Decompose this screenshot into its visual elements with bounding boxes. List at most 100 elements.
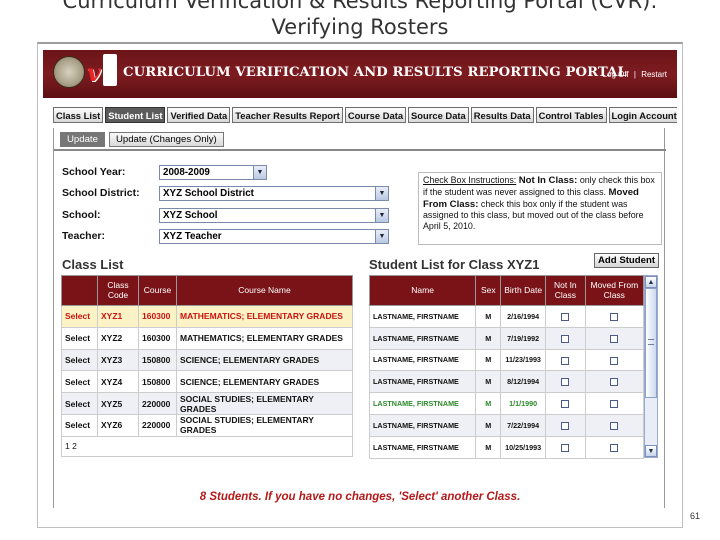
table-row[interactable]: Select XYZ1 160300 MATHEMATICS; ELEMENTA… (61, 305, 353, 328)
not-in-class-checkbox[interactable] (561, 400, 570, 409)
tab-student-list[interactable]: Student List (105, 107, 166, 123)
tab-source-data[interactable]: Source Data (408, 107, 469, 123)
col-birth-date: Birth Date (500, 275, 547, 306)
moved-from-class-checkbox[interactable] (610, 356, 619, 365)
student-birth-date: 1/1/1990 (500, 392, 547, 415)
not-in-class-checkbox[interactable] (561, 443, 570, 452)
tab-class-list[interactable]: Class List (53, 107, 104, 123)
select-link[interactable]: Select (61, 348, 98, 372)
student-list-scrollbar[interactable]: ▲ ▼ (644, 275, 658, 458)
class-code: XYZ4 (97, 370, 139, 394)
student-sex: M (475, 348, 502, 372)
tab-course-data[interactable]: Course Data (344, 107, 407, 123)
school-year-select[interactable]: 2008-2009 ▼ (159, 165, 267, 180)
table-row: LASTNAME, FIRSTNAME M 10/25/1993 (368, 435, 645, 459)
slide-title-line2: Verifying Rosters (271, 15, 449, 39)
moved-from-class-checkbox[interactable] (610, 421, 619, 430)
vi-logo-icon (103, 54, 117, 86)
chevron-down-icon[interactable]: ▼ (375, 187, 388, 200)
table-row[interactable]: Select XYZ5 220000 SOCIAL STUDIES; ELEME… (61, 392, 353, 415)
restart-link[interactable]: Restart (641, 70, 667, 79)
course-number: 220000 (138, 413, 177, 437)
scroll-thumb[interactable] (645, 288, 657, 398)
chevron-down-icon[interactable]: ▼ (375, 209, 388, 222)
moved-from-class-checkbox[interactable] (610, 378, 619, 387)
select-link[interactable]: Select (61, 392, 98, 415)
moved-from-class-checkbox[interactable] (610, 443, 619, 452)
table-row: LASTNAME, FIRSTNAME M 7/22/1994 (368, 413, 645, 437)
tab-teacher-results-report[interactable]: Teacher Results Report (232, 107, 343, 123)
table-row[interactable]: Select XYZ2 160300 MATHEMATICS; ELEMENTA… (61, 326, 353, 350)
not-in-class-checkbox-cell (545, 348, 586, 372)
select-link[interactable]: Select (61, 326, 98, 350)
moved-from-class-checkbox[interactable] (610, 400, 619, 409)
tab-results-data[interactable]: Results Data (470, 107, 534, 123)
pager: 1 2 (61, 435, 353, 457)
school-label: School: (62, 209, 101, 221)
portal-window: v CURRICULUM VERIFICATION AND RESULTS RE… (43, 50, 677, 522)
scroll-down-icon[interactable]: ▼ (645, 445, 657, 457)
class-code: XYZ6 (97, 413, 139, 437)
slide-title-line1: Curriculum Verification & Results Report… (62, 0, 658, 13)
not-in-class-checkbox-cell (545, 326, 586, 350)
district-label: School District: (62, 187, 140, 199)
class-code: XYZ1 (97, 305, 139, 328)
page-link-2[interactable]: 2 (72, 441, 77, 451)
table-row: LASTNAME, FIRSTNAME M 7/19/1992 (368, 326, 645, 350)
tab-control-tables[interactable]: Control Tables (535, 107, 607, 123)
page-link-1[interactable]: 1 (65, 441, 70, 451)
subtab-update-changes-only[interactable]: Update (Changes Only) (108, 132, 224, 147)
moved-from-class-checkbox[interactable] (610, 334, 619, 343)
chevron-down-icon[interactable]: ▼ (253, 166, 266, 179)
moved-checkbox-cell (584, 435, 645, 459)
school-select[interactable]: XYZ School ▼ (159, 208, 389, 223)
table-row[interactable]: Select XYZ6 220000 SOCIAL STUDIES; ELEME… (61, 413, 353, 437)
teacher-label: Teacher: (62, 230, 105, 242)
district-value: XYZ School District (163, 188, 254, 199)
table-row[interactable]: Select XYZ4 150800 SCIENCE; ELEMENTARY G… (61, 370, 353, 394)
subtab-update[interactable]: Update (60, 132, 105, 147)
moved-from-class-checkbox[interactable] (610, 312, 619, 321)
student-birth-date: 10/25/1993 (500, 435, 547, 459)
not-in-class-checkbox-cell (545, 370, 586, 394)
student-name: LASTNAME, FIRSTNAME (368, 413, 477, 437)
student-birth-date: 7/22/1994 (500, 413, 547, 437)
moved-checkbox-cell (584, 326, 645, 350)
teacher-select[interactable]: XYZ Teacher ▼ (159, 229, 389, 244)
select-link[interactable]: Select (61, 413, 98, 437)
tab-verified-data[interactable]: Verified Data (167, 107, 231, 123)
col-select (61, 275, 98, 306)
school-year-value: 2008-2009 (163, 167, 210, 178)
not-in-class-checkbox[interactable] (561, 334, 570, 343)
col-class-code: Class Code (97, 275, 139, 306)
table-row: LASTNAME, FIRSTNAME M 11/23/1993 (368, 348, 645, 372)
vi-logo-letter: v (87, 58, 101, 87)
status-message: 8 Students. If you have no changes, 'Sel… (199, 491, 521, 503)
select-link[interactable]: Select (61, 370, 98, 394)
add-student-button[interactable]: Add Student (594, 253, 660, 268)
scroll-up-icon[interactable]: ▲ (645, 276, 657, 288)
student-birth-date: 7/19/1992 (500, 326, 547, 350)
not-in-class-checkbox-cell (545, 392, 586, 415)
moved-checkbox-cell (584, 348, 645, 372)
course-name: SCIENCE; ELEMENTARY GRADES (176, 348, 353, 372)
moved-checkbox-cell (584, 370, 645, 394)
class-code: XYZ5 (97, 392, 139, 415)
tab-login-account[interactable]: Login Account (608, 107, 677, 123)
logoff-link[interactable]: Log Off (603, 70, 629, 79)
not-in-class-checkbox-cell (545, 413, 586, 437)
course-number: 150800 (138, 348, 177, 372)
chevron-down-icon[interactable]: ▼ (375, 230, 388, 243)
not-in-class-checkbox[interactable] (561, 421, 570, 430)
col-not-in-class: Not In Class (545, 275, 586, 306)
class-code: XYZ3 (97, 348, 139, 372)
school-value: XYZ School (163, 210, 218, 221)
not-in-class-checkbox[interactable] (561, 378, 570, 387)
subtab-divider (54, 149, 666, 151)
not-in-class-checkbox[interactable] (561, 312, 570, 321)
select-link[interactable]: Select (61, 305, 98, 328)
district-select[interactable]: XYZ School District ▼ (159, 186, 389, 201)
table-row[interactable]: Select XYZ3 150800 SCIENCE; ELEMENTARY G… (61, 348, 353, 372)
course-name: SCIENCE; ELEMENTARY GRADES (176, 370, 353, 394)
not-in-class-checkbox[interactable] (561, 356, 570, 365)
